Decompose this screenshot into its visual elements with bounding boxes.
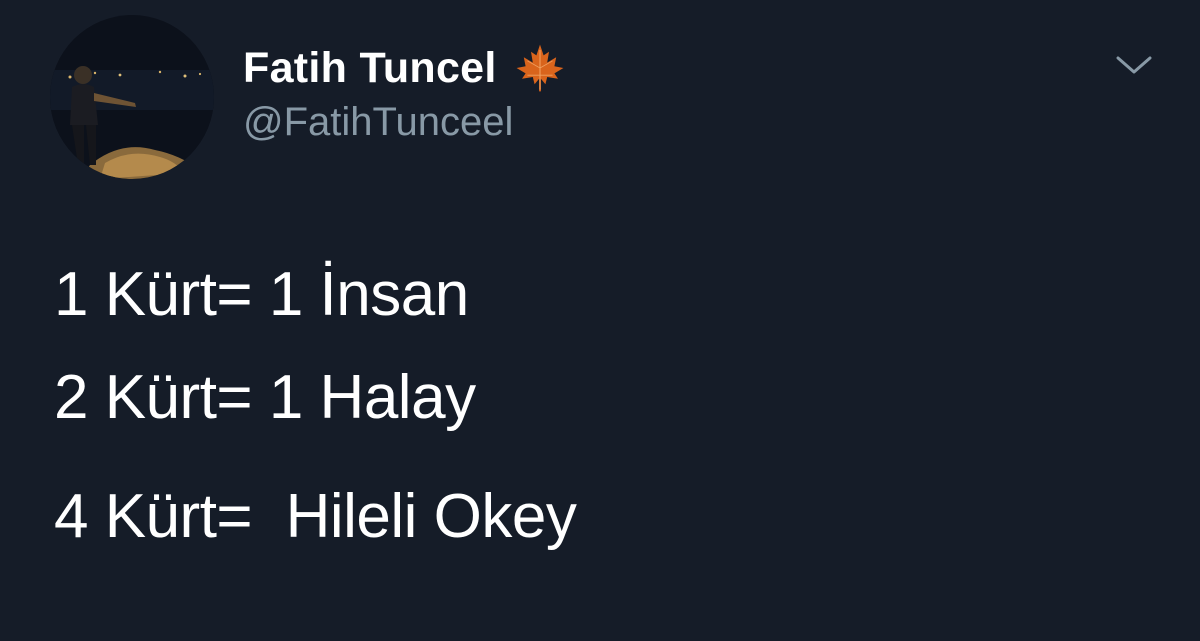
author-name-row: Fatih Tuncel xyxy=(243,40,567,96)
author-handle[interactable]: @FatihTunceel xyxy=(243,100,513,145)
tweet-text-line: 1 Kürt= 1 İnsan xyxy=(54,260,469,329)
maple-leaf-icon xyxy=(513,41,567,95)
tweet-text-line: 4 Kürt= Hileli Okey xyxy=(54,482,577,551)
chevron-down-icon[interactable] xyxy=(1114,50,1154,80)
tweet-text-line: 2 Kürt= 1 Halay xyxy=(54,363,476,432)
author-display-name[interactable]: Fatih Tuncel xyxy=(243,44,497,93)
avatar-photo xyxy=(50,15,214,179)
tweet-card: Fatih Tuncel @FatihTunceel 1 Kürt= 1 İns… xyxy=(0,0,1200,641)
author-avatar[interactable] xyxy=(50,15,214,179)
